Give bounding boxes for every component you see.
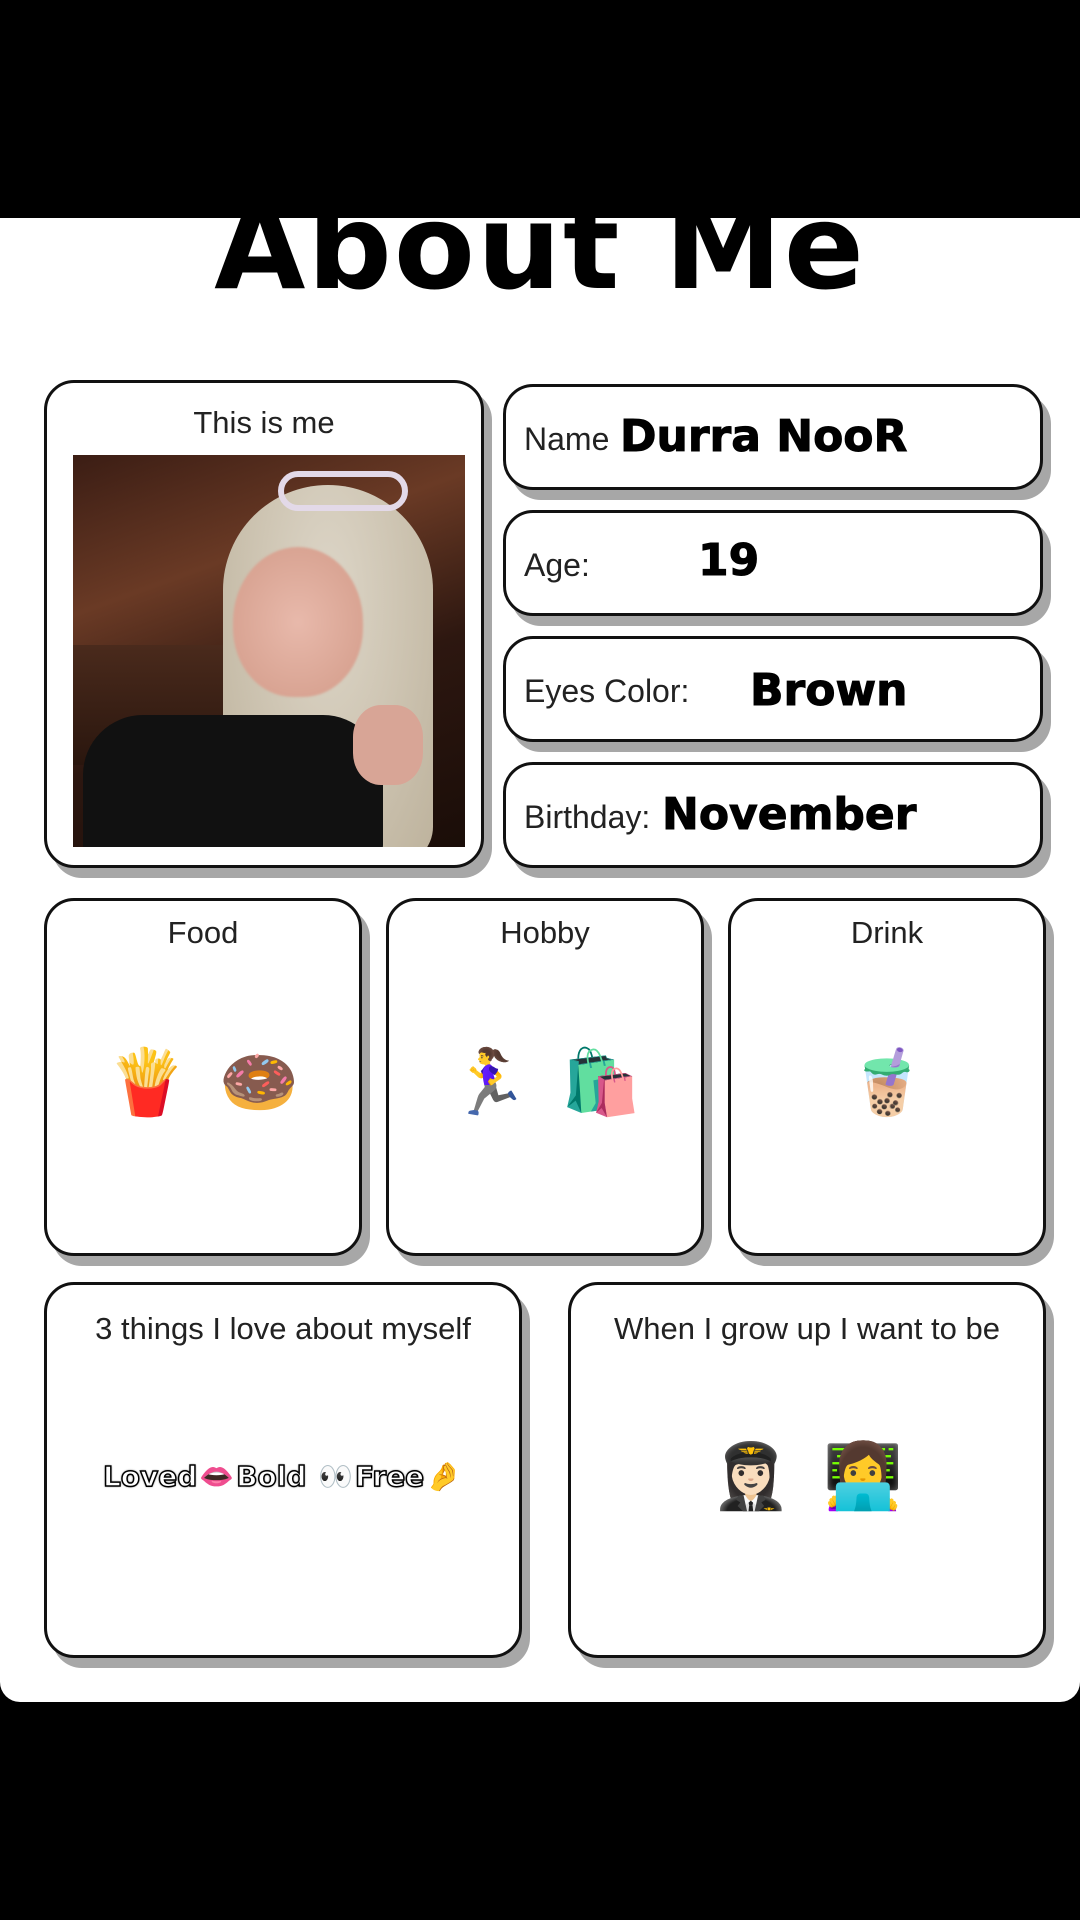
love-myself-words: Loved👄Bold 👀Free🤌 [47, 1460, 519, 1493]
birthday-card: Birthday: November [503, 762, 1043, 868]
grow-up-card: When I grow up I want to be 👩🏻‍✈️ 👩‍💻 [568, 1282, 1046, 1658]
hobby-card: Hobby 🏃‍♀️ 🛍️ [386, 898, 704, 1256]
pinched-fingers-icon: 🤌 [426, 1460, 462, 1493]
donut-icon: 🍩 [219, 1046, 299, 1120]
photo-sunglasses [278, 471, 408, 511]
love-word-free: Free [354, 1460, 425, 1493]
food-label: Food [167, 915, 239, 950]
drink-card: Drink 🧋 [728, 898, 1046, 1256]
photo-sleeve [83, 715, 383, 847]
photo-card-label: This is me [193, 405, 335, 440]
love-word-loved: Loved [102, 1460, 198, 1493]
photo-hand [353, 705, 423, 785]
love-word-bold: Bold [235, 1460, 307, 1493]
love-myself-card: 3 things I love about myself Loved👄Bold … [44, 1282, 522, 1658]
name-card: Name Durra NooR [503, 384, 1043, 490]
woman-technologist-icon: 👩‍💻 [823, 1440, 903, 1514]
lips-icon: 👄 [199, 1460, 235, 1493]
hobby-label: Hobby [500, 915, 590, 950]
french-fries-icon: 🍟 [107, 1046, 187, 1120]
food-card: Food 🍟 🍩 [44, 898, 362, 1256]
pilot-icon: 👩🏻‍✈️ [711, 1440, 791, 1514]
screen: About Me This is me Name Durra NooR Age:… [0, 0, 1080, 1920]
about-me-sheet: About Me This is me Name Durra NooR Age:… [0, 218, 1080, 1702]
name-label: Name [524, 421, 610, 457]
age-value: 19 [697, 535, 760, 587]
eyes-color-value: Brown [749, 665, 908, 717]
photo-card: This is me [44, 380, 484, 868]
food-emojis: 🍟 🍩 [47, 1051, 359, 1115]
page-title: About Me [214, 218, 866, 316]
bubble-tea-icon: 🧋 [847, 1046, 927, 1120]
eyes-color-card: Eyes Color: Brown [503, 636, 1043, 742]
drink-emojis: 🧋 [731, 1051, 1043, 1115]
drink-label: Drink [850, 915, 924, 950]
age-card: Age: 19 [503, 510, 1043, 616]
eyes-color-label: Eyes Color: [524, 673, 690, 709]
birthday-value: November [661, 789, 917, 841]
eyes-icon: 👀 [318, 1460, 354, 1493]
love-myself-label: 3 things I love about myself [95, 1311, 471, 1346]
hobby-emojis: 🏃‍♀️ 🛍️ [389, 1051, 701, 1115]
grow-up-label: When I grow up I want to be [614, 1311, 1000, 1346]
photo-face-blurred [233, 547, 363, 697]
name-value: Durra NooR [619, 411, 908, 463]
age-label: Age: [524, 547, 590, 583]
birthday-label: Birthday: [524, 799, 651, 835]
running-woman-icon: 🏃‍♀️ [449, 1046, 529, 1120]
profile-photo[interactable] [73, 455, 465, 847]
grow-up-emojis: 👩🏻‍✈️ 👩‍💻 [571, 1445, 1043, 1509]
shopping-bags-icon: 🛍️ [561, 1046, 641, 1120]
